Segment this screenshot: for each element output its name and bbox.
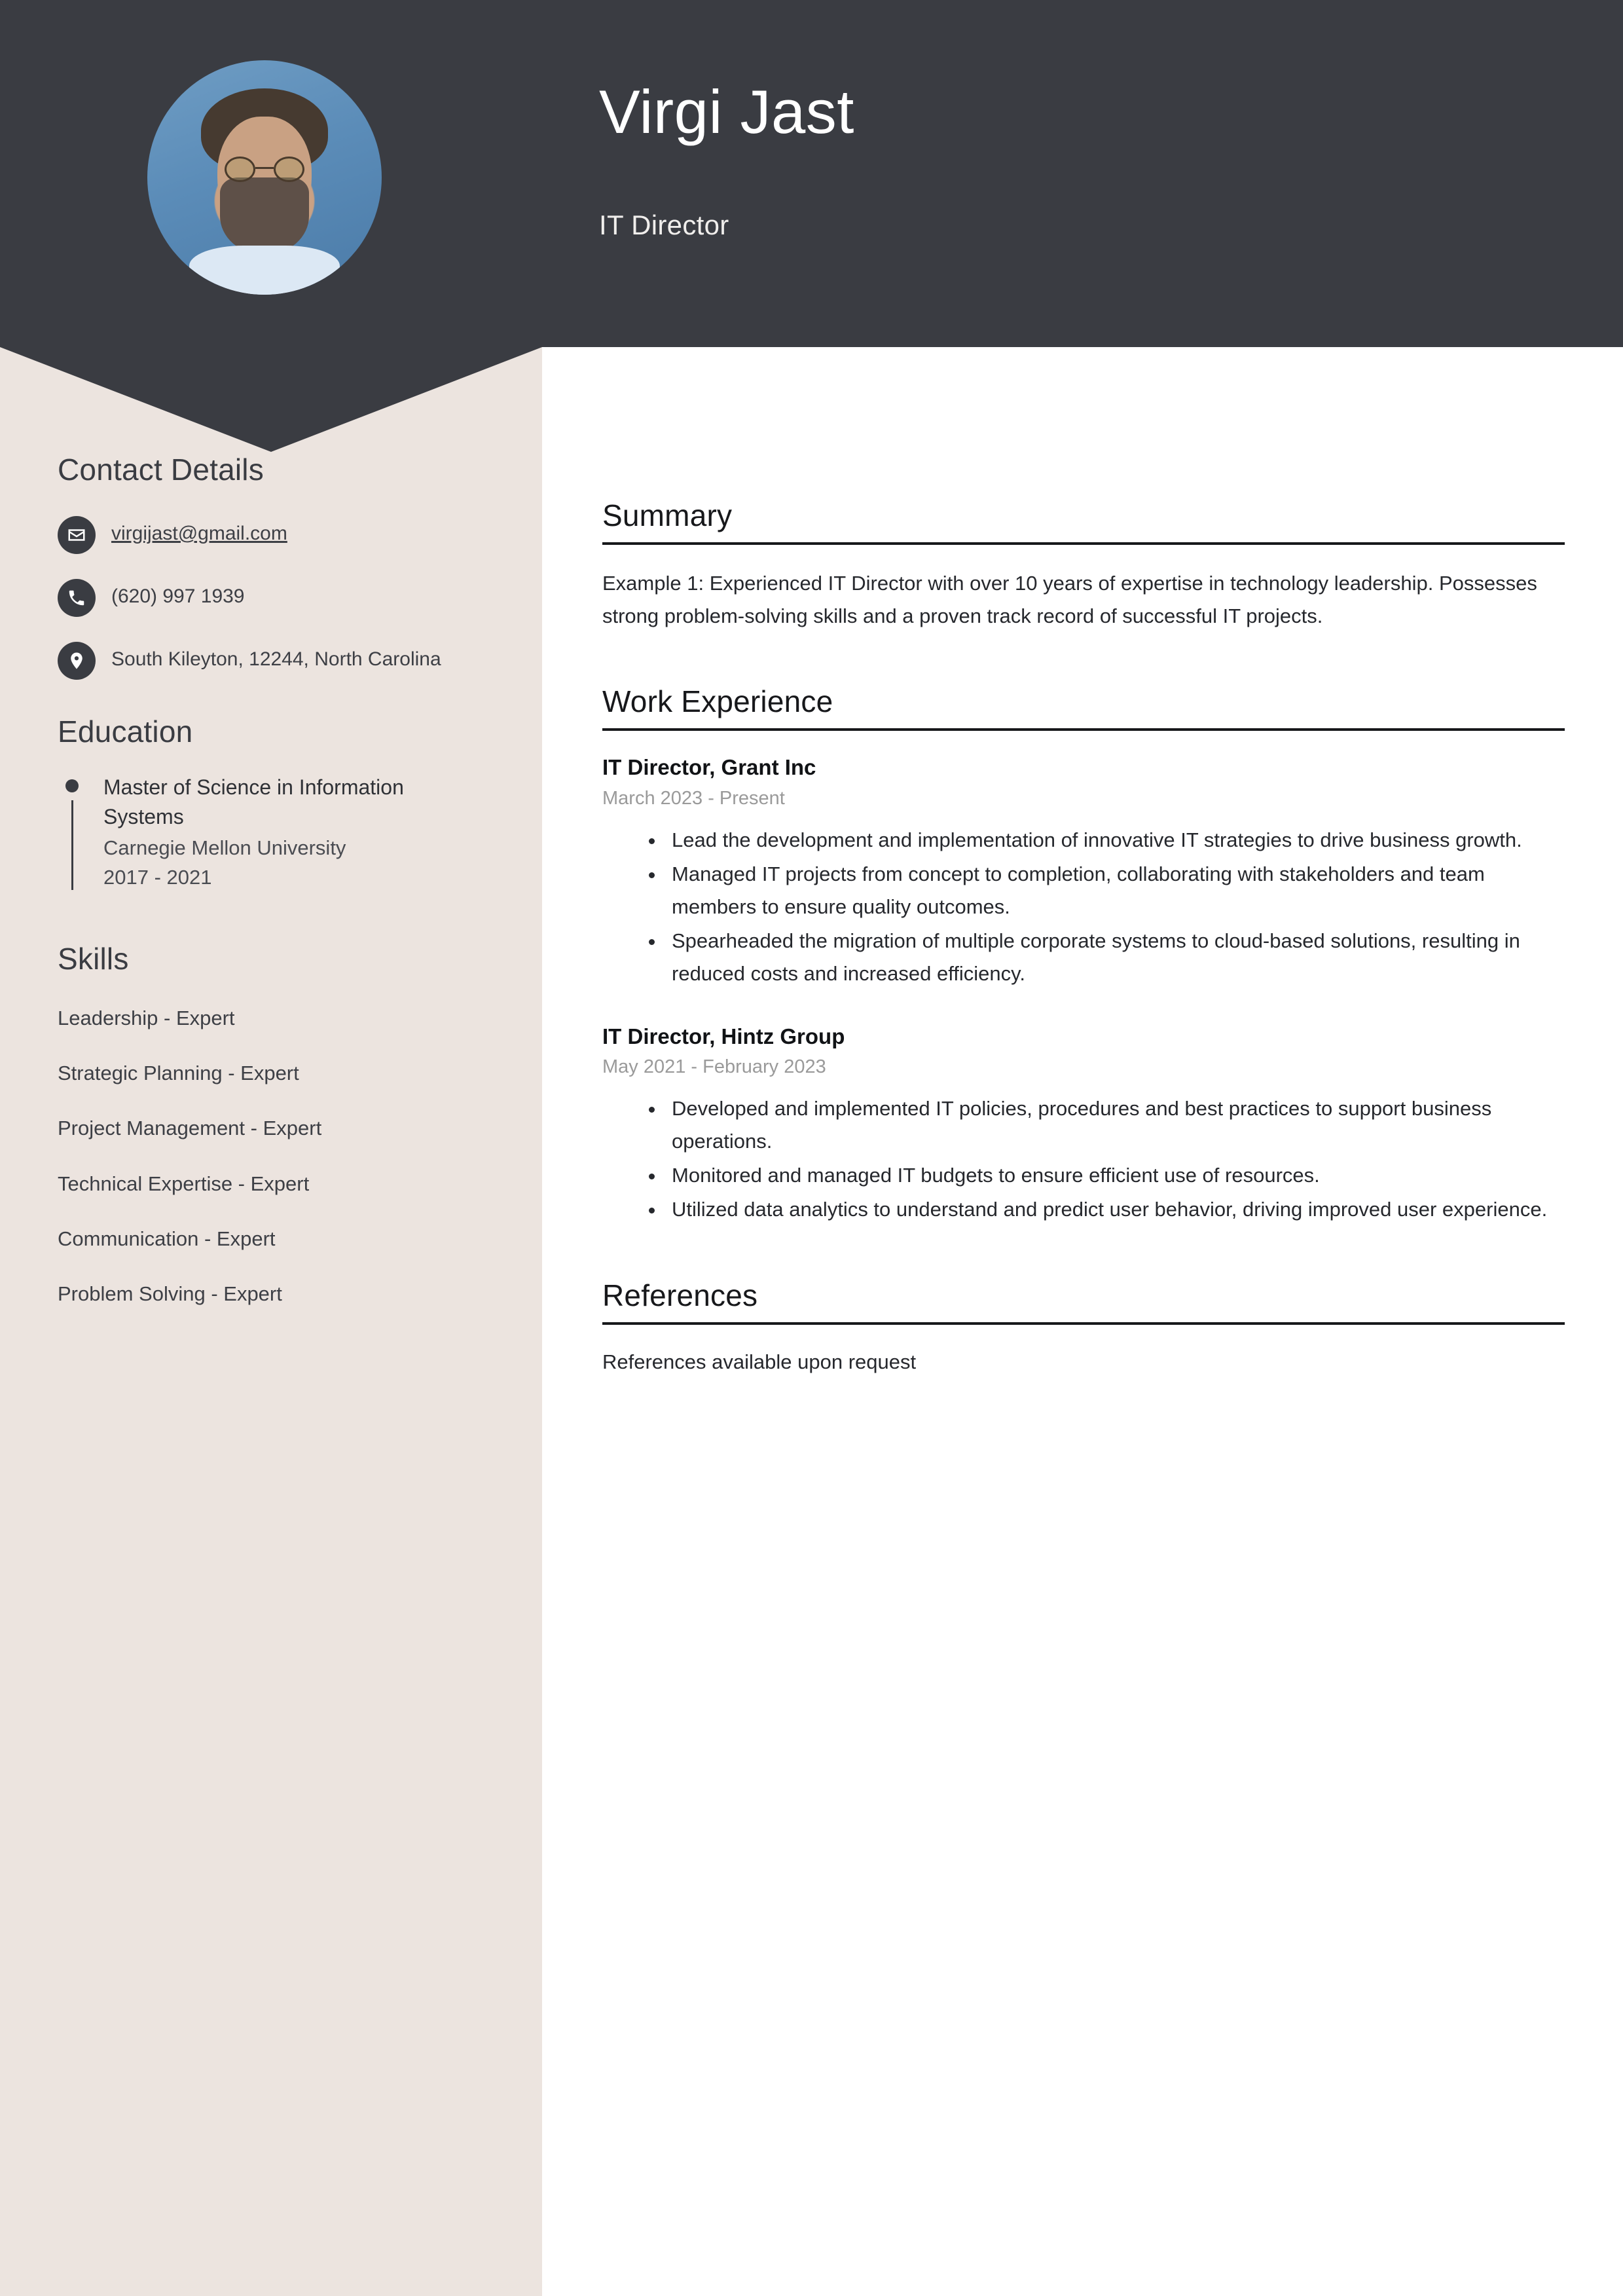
avatar-glasses-bridge xyxy=(255,166,274,169)
page-title: Virgi Jast xyxy=(599,77,854,146)
contact-details-section: Contact Details virgijast@gmail.com (620… xyxy=(0,452,542,680)
education-degree: Master of Science in Information Systems xyxy=(103,775,404,829)
education-entry: Master of Science in Information Systems… xyxy=(58,773,450,893)
job-bullet: Lead the development and implementation … xyxy=(665,824,1565,857)
skill-item: Technical Expertise - Expert xyxy=(58,1172,310,1195)
education-dates: 2017 - 2021 xyxy=(103,865,212,889)
education-school: Carnegie Mellon University xyxy=(103,836,346,859)
skill-item: Communication - Expert xyxy=(58,1227,276,1250)
contact-email-value[interactable]: virgijast@gmail.com xyxy=(111,515,287,549)
avatar-glasses-left xyxy=(225,156,255,183)
section-divider xyxy=(602,728,1565,731)
summary-heading: Summary xyxy=(602,498,733,532)
section-divider xyxy=(602,1322,1565,1325)
job-dates: March 2023 - Present xyxy=(602,787,785,809)
job-bullet: Developed and implemented IT policies, p… xyxy=(665,1092,1565,1158)
job-title: IT Director, Hintz Group xyxy=(602,1024,845,1048)
job-dates: May 2021 - February 2023 xyxy=(602,1056,826,1078)
job-bullet-list: Developed and implemented IT policies, p… xyxy=(665,1092,1565,1227)
summary-text: Example 1: Experienced IT Director with … xyxy=(602,572,1537,628)
contact-item-phone[interactable]: (620) 997 1939 xyxy=(58,578,542,617)
timeline-line xyxy=(71,800,73,890)
contact-item-address: South Kileyton, 12244, North Carolina xyxy=(58,640,542,680)
work-experience-section: Work Experience IT Director, Grant Inc M… xyxy=(602,684,1565,1226)
resume-page: Virgi Jast IT Director Contact Details v… xyxy=(0,0,1623,2296)
skills-heading: Skills xyxy=(58,941,129,976)
contact-address-value: South Kileyton, 12244, North Carolina xyxy=(111,648,441,670)
envelope-icon xyxy=(58,516,96,554)
job-role-subtitle: IT Director xyxy=(599,210,729,240)
sidebar: Contact Details virgijast@gmail.com (620… xyxy=(0,452,542,1308)
skills-section: Skills Leadership - Expert Strategic Pla… xyxy=(0,941,542,1308)
contact-phone-value: (620) 997 1939 xyxy=(111,585,245,607)
job-entry: IT Director, Hintz Group May 2021 - Febr… xyxy=(602,1022,1565,1227)
job-bullet: Monitored and managed IT budgets to ensu… xyxy=(665,1159,1565,1192)
job-bullet: Utilized data analytics to understand an… xyxy=(665,1193,1565,1226)
job-bullet: Managed IT projects from concept to comp… xyxy=(665,858,1565,923)
job-entry: IT Director, Grant Inc March 2023 - Pres… xyxy=(602,753,1565,990)
work-experience-heading: Work Experience xyxy=(602,684,833,719)
section-divider xyxy=(602,542,1565,545)
references-heading: References xyxy=(602,1278,758,1312)
avatar xyxy=(147,60,382,295)
skill-item: Leadership - Expert xyxy=(58,1006,235,1029)
skill-item: Strategic Planning - Expert xyxy=(58,1062,299,1085)
education-section: Education Master of Science in Informati… xyxy=(0,714,542,893)
main-column: Summary Example 1: Experienced IT Direct… xyxy=(602,498,1565,1428)
contact-details-heading: Contact Details xyxy=(58,453,264,487)
location-pin-icon xyxy=(58,642,96,680)
timeline-dot-icon xyxy=(65,779,79,792)
avatar-shirt xyxy=(189,245,340,295)
references-text: References available upon request xyxy=(602,1350,917,1373)
job-bullet: Spearheaded the migration of multiple co… xyxy=(665,925,1565,990)
job-title: IT Director, Grant Inc xyxy=(602,755,816,780)
avatar-glasses-right xyxy=(274,156,304,183)
references-section: References References available upon req… xyxy=(602,1278,1565,1378)
education-heading: Education xyxy=(58,714,193,749)
resume-header: Virgi Jast IT Director xyxy=(0,0,1623,347)
job-bullet-list: Lead the development and implementation … xyxy=(665,824,1565,991)
summary-section: Summary Example 1: Experienced IT Direct… xyxy=(602,498,1565,633)
skill-item: Problem Solving - Expert xyxy=(58,1282,282,1306)
avatar-beard xyxy=(219,177,309,255)
phone-icon xyxy=(58,579,96,617)
contact-item-email[interactable]: virgijast@gmail.com xyxy=(58,515,542,554)
skill-item: Project Management - Expert xyxy=(58,1117,322,1140)
